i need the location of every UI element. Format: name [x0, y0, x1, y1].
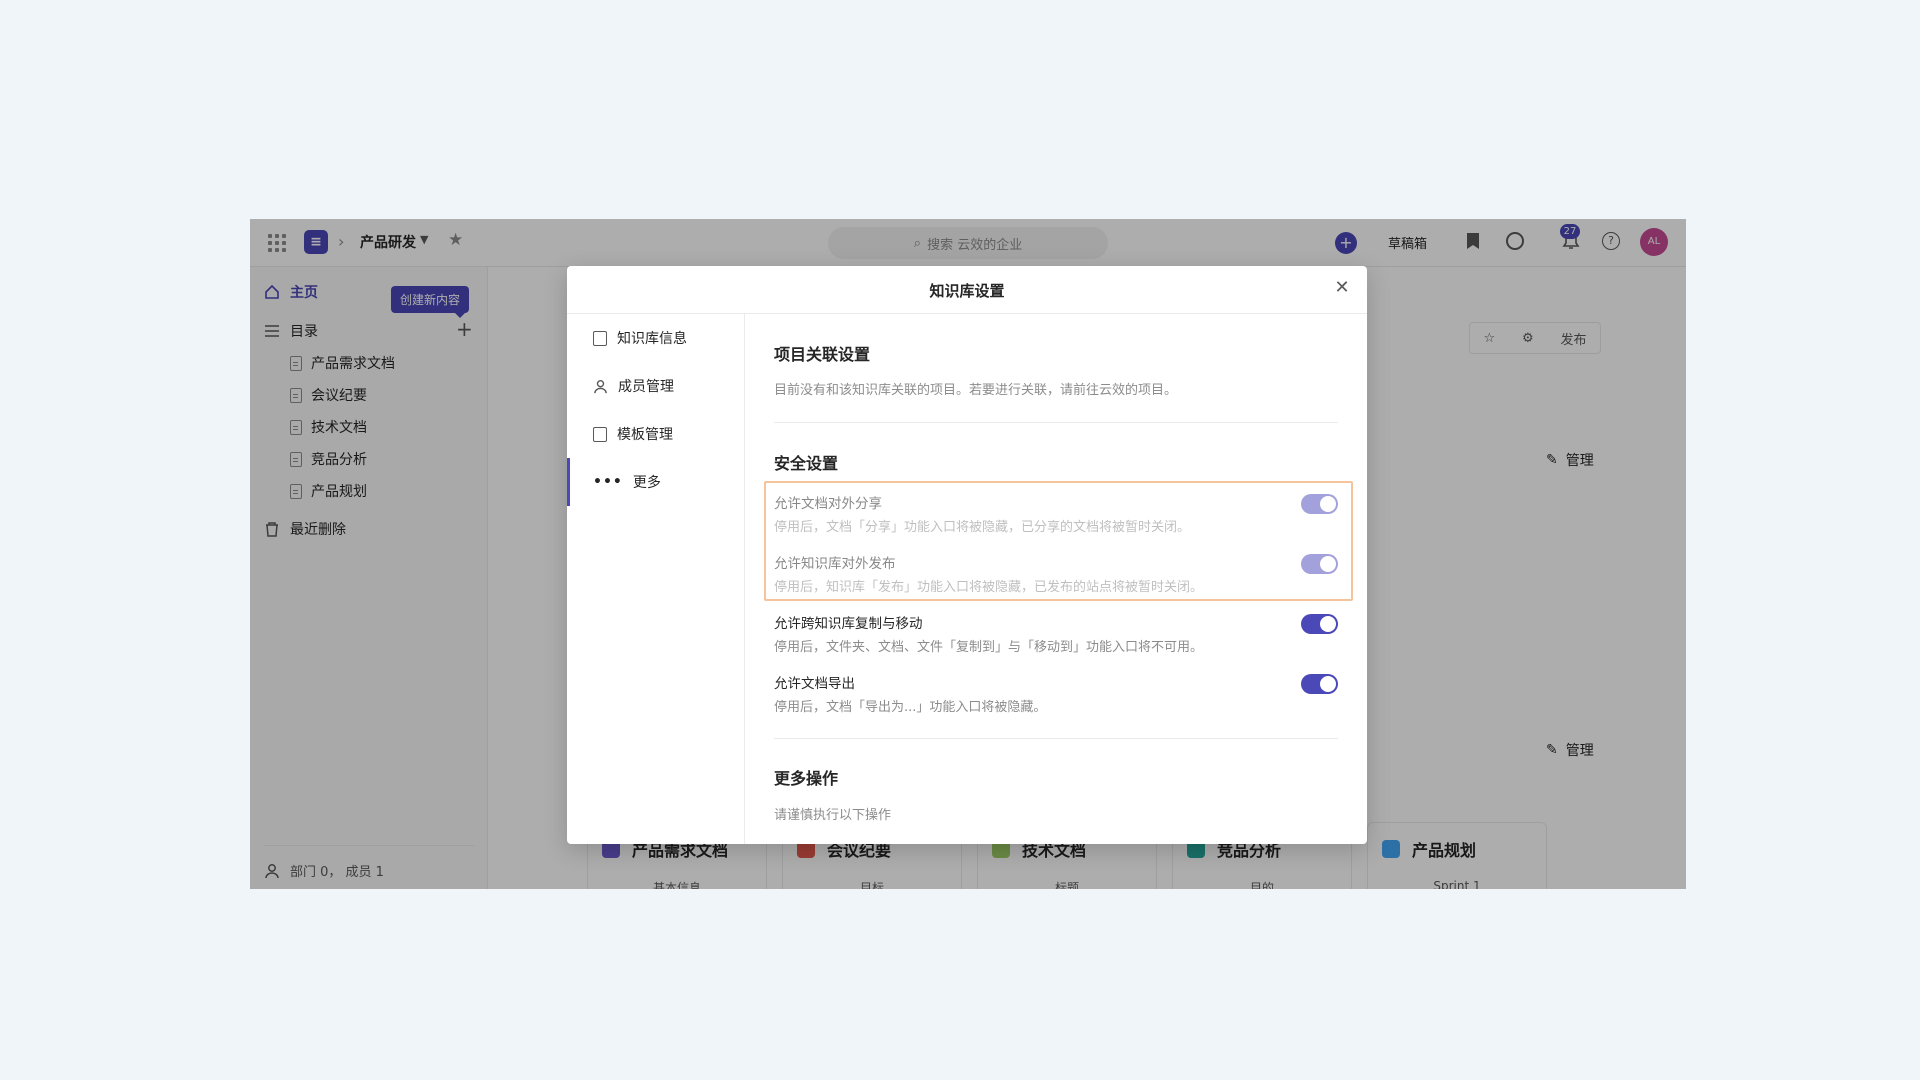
settings-panel: 项目关联设置 目前没有和该知识库关联的项目。若要进行关联，请前往云效的项目。 安… — [745, 314, 1367, 844]
section-title: 安全设置 — [774, 454, 839, 473]
nav-item-label: 成员管理 — [618, 379, 674, 395]
option-title: 允许文档导出 — [774, 676, 855, 692]
option-title: 允许跨知识库复制与移动 — [774, 616, 923, 632]
option-title: 允许知识库对外发布 — [774, 556, 896, 572]
section-title: 更多操作 — [774, 769, 839, 788]
nav-item-label: 知识库信息 — [617, 331, 687, 347]
divider — [774, 422, 1338, 423]
toggle-doc-export[interactable] — [1301, 674, 1338, 694]
option-desc: 停用后，文档「分享」功能入口将被隐藏，已分享的文档将被暂时关闭。 — [774, 520, 1191, 535]
divider — [774, 738, 1338, 739]
close-icon[interactable]: ✕ — [1332, 278, 1352, 298]
section-title: 项目关联设置 — [774, 345, 871, 364]
toggle-external-share[interactable] — [1301, 494, 1338, 514]
option-desc: 停用后，文件夹、文档、文件「复制到」与「移动到」功能入口将不可用。 — [774, 640, 1204, 655]
section-text: 目前没有和该知识库关联的项目。若要进行关联，请前往云效的项目。 — [774, 383, 1178, 398]
option-desc: 停用后，文档「导出为...」功能入口将被隐藏。 — [774, 700, 1047, 715]
nav-item-label: 更多 — [632, 475, 661, 491]
settings-nav: 知识库信息 成员管理 模板管理 ••• 更多 — [567, 314, 745, 844]
more-dots-icon: ••• — [593, 474, 623, 490]
nav-item-templates[interactable]: 模板管理 — [567, 410, 745, 458]
option-desc: 停用后，知识库「发布」功能入口将被隐藏，已发布的站点将被暂时关闭。 — [774, 580, 1204, 595]
template-icon — [593, 426, 607, 442]
book-icon — [593, 330, 607, 346]
user-icon — [594, 379, 607, 393]
nav-item-kb-info[interactable]: 知识库信息 — [567, 314, 745, 362]
knowledge-base-settings-dialog: 知识库设置 ✕ 知识库信息 成员管理 模板管理 ••• 更多 项目关联设置 目前… — [567, 266, 1367, 844]
dialog-title: 知识库设置 — [929, 282, 1005, 300]
dialog-header: 知识库设置 ✕ — [567, 266, 1367, 314]
nav-item-members[interactable]: 成员管理 — [567, 362, 745, 410]
toggle-external-publish[interactable] — [1301, 554, 1338, 574]
section-text: 请谨慎执行以下操作 — [774, 808, 892, 823]
option-title: 允许文档对外分享 — [774, 496, 882, 512]
nav-item-label: 模板管理 — [617, 427, 673, 443]
toggle-cross-kb-copy-move[interactable] — [1301, 614, 1338, 634]
nav-item-more[interactable]: ••• 更多 — [567, 458, 745, 506]
